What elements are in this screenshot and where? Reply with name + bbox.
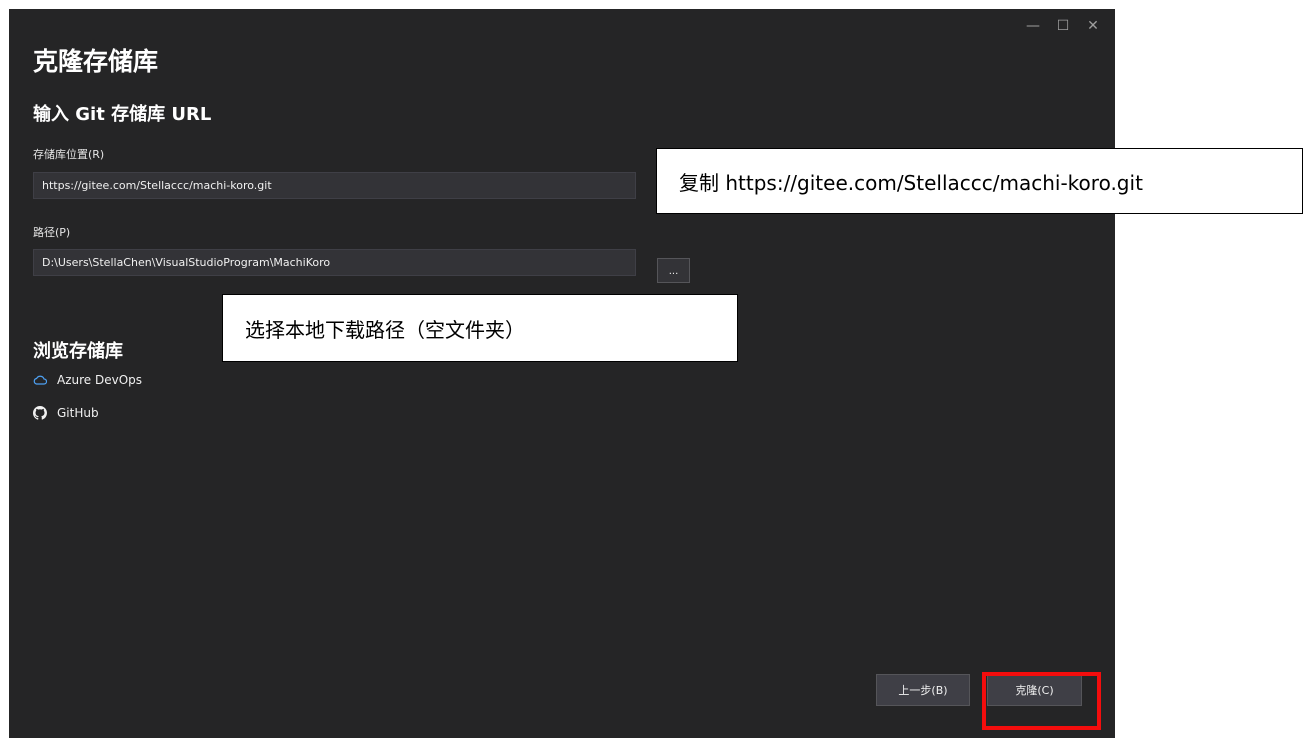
browse-path-button[interactable]: ...: [657, 258, 690, 283]
repo-url-section-title: 输入 Git 存储库 URL: [33, 104, 212, 125]
minimize-button[interactable]: —: [1019, 15, 1047, 37]
cloud-icon: [33, 375, 47, 385]
path-annotation: 选择本地下载路径（空文件夹）: [222, 294, 738, 362]
clone-repository-dialog: — ☐ ✕ 克隆存储库 输入 Git 存储库 URL 存储库位置(R) http…: [9, 9, 1115, 738]
repo-location-label: 存储库位置(R): [33, 148, 105, 161]
dialog-title: 克隆存储库: [33, 47, 159, 76]
window-controls: — ☐ ✕: [1017, 15, 1107, 37]
path-label: 路径(P): [33, 226, 71, 239]
provider-label: Azure DevOps: [57, 373, 143, 387]
clone-button-highlight: [982, 672, 1101, 730]
close-button[interactable]: ✕: [1079, 15, 1107, 37]
provider-azure-devops[interactable]: Azure DevOps: [33, 373, 142, 387]
maximize-button[interactable]: ☐: [1049, 15, 1077, 37]
github-icon: [33, 406, 47, 420]
url-annotation: 复制 https://gitee.com/Stellaccc/machi-kor…: [656, 148, 1303, 214]
back-button[interactable]: 上一步(B): [876, 674, 970, 706]
repo-location-input[interactable]: https://gitee.com/Stellaccc/machi-koro.g…: [33, 172, 636, 199]
browse-repositories-title: 浏览存储库: [33, 341, 123, 362]
provider-github[interactable]: GitHub: [33, 406, 99, 420]
provider-label: GitHub: [57, 406, 99, 420]
path-input[interactable]: D:\Users\StellaChen\VisualStudioProgram\…: [33, 249, 636, 276]
